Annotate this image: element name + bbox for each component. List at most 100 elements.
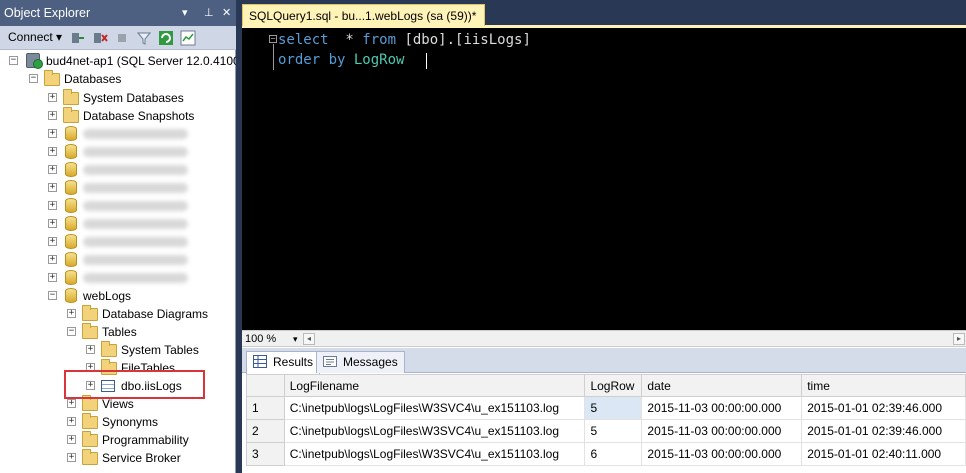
disconnect-icon[interactable]: [92, 30, 108, 46]
expand-icon[interactable]: +: [48, 129, 57, 138]
server-icon: [26, 53, 43, 69]
cell-logfilename[interactable]: C:\inetpub\logs\LogFiles\W3SVC4\u_ex1511…: [283, 396, 586, 420]
tree-node-database-blurred[interactable]: +: [0, 215, 236, 233]
expand-icon[interactable]: +: [67, 435, 76, 444]
tree-node-system-databases[interactable]: + System Databases: [0, 89, 236, 107]
fold-guide: [273, 44, 274, 70]
column-header-logrow[interactable]: LogRow: [584, 374, 643, 397]
row-number[interactable]: 1: [246, 396, 285, 420]
column-header-time[interactable]: time: [801, 374, 966, 397]
folder-icon: [82, 395, 98, 411]
stop-icon[interactable]: [114, 30, 130, 46]
folder-icon: [82, 323, 98, 339]
cell-logfilename[interactable]: C:\inetpub\logs\LogFiles\W3SVC4\u_ex1511…: [283, 419, 586, 443]
expand-icon[interactable]: +: [48, 201, 57, 210]
zoom-level[interactable]: 100 %: [245, 332, 276, 346]
expand-icon[interactable]: +: [67, 453, 76, 462]
dropdown-icon[interactable]: ▾: [182, 0, 188, 26]
scroll-left-icon[interactable]: ◂: [303, 333, 315, 345]
tree-node-weblogs[interactable]: − webLogs: [0, 287, 236, 305]
expand-icon[interactable]: +: [86, 345, 95, 354]
results-grid[interactable]: LogFilename LogRow date time 1 C:\inetpu…: [246, 374, 966, 473]
table-row[interactable]: 3 C:\inetpub\logs\LogFiles\W3SVC4\u_ex15…: [246, 442, 966, 466]
cell-logfilename[interactable]: C:\inetpub\logs\LogFiles\W3SVC4\u_ex1511…: [283, 442, 586, 466]
code-column: LogRow: [345, 52, 405, 68]
tree-node-synonyms[interactable]: + Synonyms: [0, 413, 236, 431]
tree-node-database-blurred[interactable]: +: [0, 179, 236, 197]
cell-date[interactable]: 2015-11-03 00:00:00.000: [641, 396, 803, 420]
expand-icon[interactable]: +: [48, 183, 57, 192]
collapse-icon[interactable]: −: [9, 56, 18, 65]
tree-node-database-blurred[interactable]: +: [0, 197, 236, 215]
refresh-icon[interactable]: [158, 30, 174, 46]
results-tab-strip: Results Messages: [242, 348, 966, 374]
collapse-region-icon[interactable]: −: [269, 35, 277, 43]
cell-time[interactable]: 2015-01-01 02:40:11.000: [801, 442, 966, 466]
tree-node-database-blurred[interactable]: +: [0, 161, 236, 179]
filter-icon[interactable]: [136, 30, 152, 46]
collapse-icon[interactable]: −: [48, 291, 57, 300]
system-databases-label: System Databases: [83, 91, 184, 105]
tree-node-database-blurred[interactable]: +: [0, 251, 236, 269]
column-header-logfilename[interactable]: LogFilename: [283, 374, 586, 397]
collapse-icon[interactable]: −: [29, 74, 38, 83]
tree-node-database-blurred[interactable]: +: [0, 233, 236, 251]
tab-messages[interactable]: Messages: [316, 351, 405, 373]
pin-icon[interactable]: ⊥: [204, 0, 214, 26]
tab-results[interactable]: Results: [246, 351, 321, 374]
zoom-dropdown-icon[interactable]: ▾: [293, 332, 298, 346]
column-header-rownum[interactable]: [246, 374, 285, 397]
sql-code-editor[interactable]: − select * from [dbo].[iisLogs] order by…: [242, 28, 966, 330]
folder-icon: [82, 305, 98, 321]
tree-node-service-broker[interactable]: + Service Broker: [0, 449, 236, 467]
expand-icon[interactable]: +: [48, 147, 57, 156]
connect-server-icon[interactable]: [70, 30, 86, 46]
expand-icon[interactable]: +: [48, 111, 57, 120]
tree-node-programmability[interactable]: + Programmability: [0, 431, 236, 449]
column-header-date[interactable]: date: [641, 374, 803, 397]
tree-node-databases[interactable]: − Databases: [0, 70, 236, 88]
table-row[interactable]: 2 C:\inetpub\logs\LogFiles\W3SVC4\u_ex15…: [246, 419, 966, 443]
tree-node-tables[interactable]: − Tables: [0, 323, 236, 341]
cell-logrow[interactable]: 5: [584, 396, 643, 420]
tab-sqlquery1[interactable]: SQLQuery1.sql - bu...1.webLogs (sa (59))…: [242, 4, 486, 26]
cell-date[interactable]: 2015-11-03 00:00:00.000: [641, 442, 803, 466]
expand-icon[interactable]: +: [48, 237, 57, 246]
cell-logrow[interactable]: 6: [584, 442, 643, 466]
cell-time[interactable]: 2015-01-01 02:39:46.000: [801, 419, 966, 443]
tree-node-database-diagrams[interactable]: + Database Diagrams: [0, 305, 236, 323]
cell-time[interactable]: 2015-01-01 02:39:46.000: [801, 396, 966, 420]
expand-icon[interactable]: +: [67, 399, 76, 408]
database-icon: [65, 270, 77, 285]
scroll-right-icon[interactable]: ▸: [953, 333, 965, 345]
programmability-label: Programmability: [102, 433, 189, 447]
expand-icon[interactable]: +: [48, 93, 57, 102]
blurred-label: [83, 183, 188, 193]
expand-icon[interactable]: +: [48, 273, 57, 282]
zoom-bar: 100 % ▾ ◂ ▸: [242, 330, 966, 347]
expand-icon[interactable]: +: [48, 165, 57, 174]
cell-date[interactable]: 2015-11-03 00:00:00.000: [641, 419, 803, 443]
expand-icon[interactable]: +: [67, 309, 76, 318]
folder-icon: [63, 107, 79, 123]
collapse-icon[interactable]: −: [67, 327, 76, 336]
table-row[interactable]: 1 C:\inetpub\logs\LogFiles\W3SVC4\u_ex15…: [246, 396, 966, 420]
activity-monitor-icon[interactable]: [180, 30, 196, 46]
expand-icon[interactable]: +: [48, 255, 57, 264]
expand-icon[interactable]: +: [67, 417, 76, 426]
row-number[interactable]: 3: [246, 442, 285, 466]
row-number[interactable]: 2: [246, 419, 285, 443]
blurred-label: [83, 273, 188, 283]
connect-button[interactable]: Connect ▾: [8, 30, 62, 45]
tree-node-database-blurred[interactable]: +: [0, 125, 236, 143]
close-icon[interactable]: ✕: [222, 0, 231, 26]
tree-node-database-blurred[interactable]: +: [0, 143, 236, 161]
cell-logrow[interactable]: 5: [584, 419, 643, 443]
tree-node-system-tables[interactable]: + System Tables: [0, 341, 236, 359]
folder-icon: [63, 89, 79, 105]
expand-icon[interactable]: +: [48, 219, 57, 228]
header-row: LogFilename LogRow date time: [246, 374, 966, 397]
tree-node-database-snapshots[interactable]: + Database Snapshots: [0, 107, 236, 125]
tree-node-server[interactable]: − bud4net-ap1 (SQL Server 12.0.4100.1: [0, 52, 236, 70]
tree-node-database-blurred[interactable]: +: [0, 269, 236, 287]
